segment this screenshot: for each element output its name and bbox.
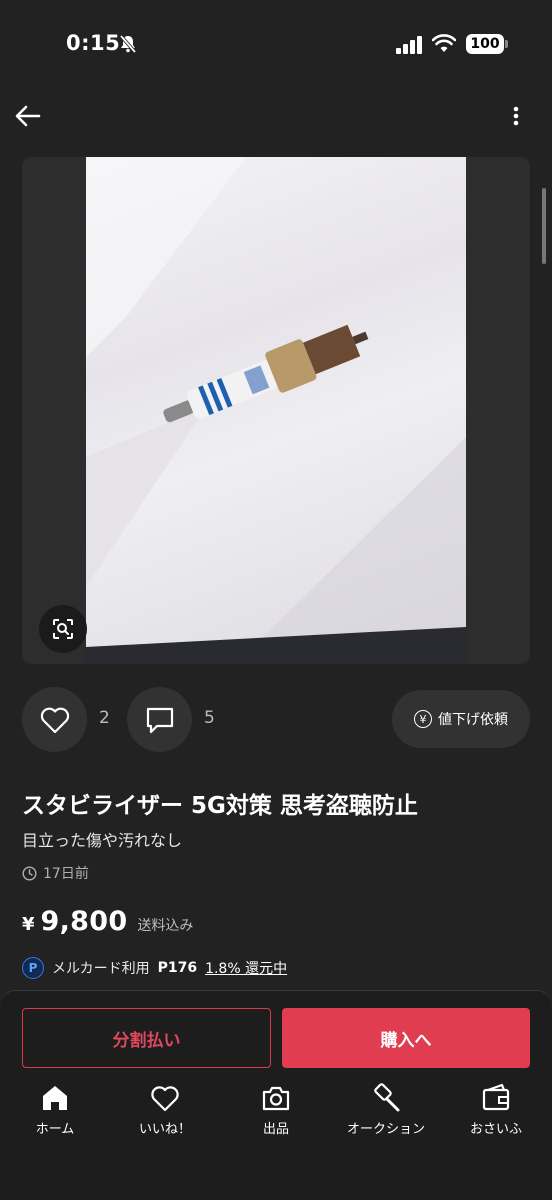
tab-auction[interactable]: オークション bbox=[336, 1082, 436, 1142]
cashback-link[interactable]: 1.8% 還元中 bbox=[205, 958, 287, 978]
buy-button[interactable]: 購入へ bbox=[282, 1008, 530, 1068]
tab-label: 出品 bbox=[262, 1122, 289, 1137]
comment-button[interactable] bbox=[127, 687, 192, 752]
tab-wallet[interactable]: おさいふ bbox=[446, 1082, 546, 1142]
price-down-label: 値下げ依頼 bbox=[438, 712, 508, 728]
product-photo bbox=[86, 157, 466, 664]
installment-button[interactable]: 分割払い bbox=[22, 1008, 271, 1068]
battery-indicator: 100 bbox=[466, 34, 504, 54]
tab-home[interactable]: ホーム bbox=[5, 1082, 105, 1142]
battery-cap bbox=[505, 40, 508, 48]
price-symbol: ¥ bbox=[22, 914, 35, 935]
price-row: ¥ 9,800 送料込み bbox=[22, 906, 193, 937]
product-condition: 目立った傷や汚れなし bbox=[22, 831, 183, 850]
product-image-panel[interactable] bbox=[22, 157, 530, 664]
arrow-left-icon bbox=[15, 105, 41, 127]
posted-time: 17日前 bbox=[22, 863, 89, 883]
yen-icon: ¥ bbox=[414, 710, 432, 728]
points-value: P176 bbox=[157, 960, 198, 976]
comment-icon bbox=[146, 707, 173, 733]
like-count: 2 bbox=[99, 708, 110, 728]
wifi-icon bbox=[432, 34, 456, 52]
wallet-icon bbox=[482, 1083, 510, 1111]
heart-icon bbox=[40, 707, 69, 733]
more-vertical-icon bbox=[513, 106, 519, 126]
scrollbar[interactable] bbox=[542, 188, 546, 264]
gavel-icon bbox=[374, 1083, 400, 1112]
comment-count: 5 bbox=[204, 708, 215, 728]
points-label: メルカード利用 bbox=[52, 961, 150, 977]
points-row: P メルカード利用 P176 1.8% 還元中 bbox=[22, 957, 287, 979]
price-down-request-button[interactable]: ¥ 値下げ依頼 bbox=[392, 690, 530, 748]
camera-icon bbox=[262, 1086, 290, 1111]
status-bar: 0:15 100 bbox=[0, 0, 552, 90]
status-time: 0:15 bbox=[66, 31, 121, 55]
signal-icon bbox=[396, 36, 422, 54]
posted-time-label: 17日前 bbox=[43, 866, 89, 882]
shipping-note: 送料込み bbox=[137, 918, 194, 934]
product-title: スタビライザー 5G対策 思考盗聴防止 bbox=[22, 793, 418, 819]
spark-plug-illustration bbox=[86, 157, 466, 664]
bell-muted-icon bbox=[119, 34, 137, 54]
heart-icon bbox=[151, 1086, 179, 1112]
clock-icon bbox=[22, 865, 37, 881]
price-value: 9,800 bbox=[40, 906, 128, 937]
tab-label: ホーム bbox=[35, 1122, 75, 1137]
back-button[interactable] bbox=[10, 98, 46, 134]
tab-label: いいね！ bbox=[138, 1122, 191, 1137]
more-options-button[interactable] bbox=[500, 98, 532, 134]
tab-sell[interactable]: 出品 bbox=[226, 1082, 326, 1142]
home-icon bbox=[43, 1086, 67, 1110]
tab-label: おさいふ bbox=[469, 1122, 522, 1137]
tab-label: オークション bbox=[346, 1122, 425, 1137]
tab-likes[interactable]: いいね！ bbox=[115, 1082, 215, 1142]
scan-search-icon bbox=[53, 619, 73, 639]
image-zoom-button[interactable] bbox=[39, 605, 87, 653]
point-icon: P bbox=[22, 957, 44, 979]
like-button[interactable] bbox=[22, 687, 87, 752]
